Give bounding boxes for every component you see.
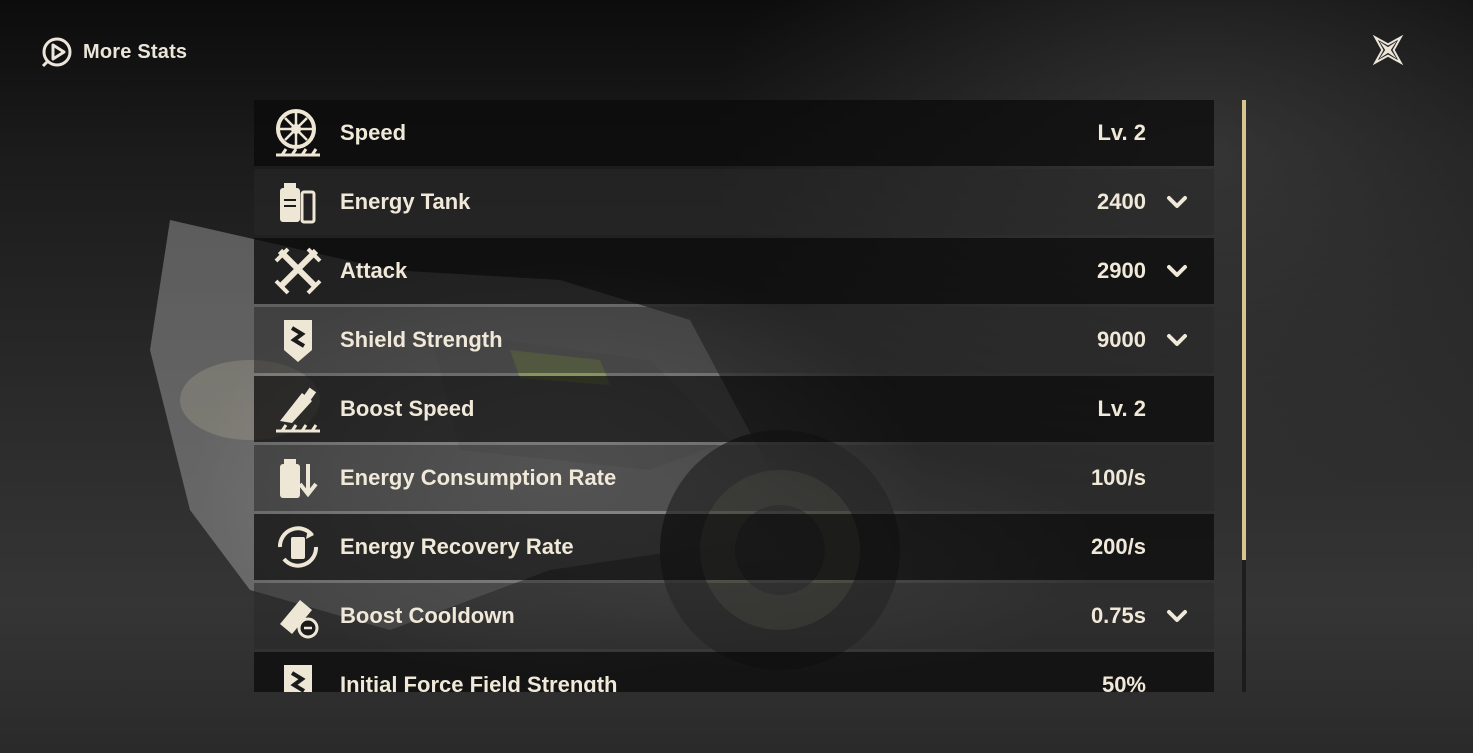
chevron-down-icon[interactable]: [1166, 192, 1188, 212]
stat-label: Speed: [340, 120, 407, 145]
force-field-icon: [270, 657, 326, 692]
energy-tank-icon: [270, 174, 326, 230]
stat-row-attack[interactable]: Attack 2900: [254, 238, 1214, 304]
close-icon: [1372, 34, 1404, 66]
stat-label: Energy Tank: [340, 189, 471, 214]
stat-value: Lv. 2: [1097, 396, 1146, 421]
stat-row-speed: Speed Lv. 2: [254, 100, 1214, 166]
stat-value: 2900: [1097, 258, 1146, 283]
scrollbar[interactable]: [1242, 100, 1246, 692]
stat-value: 2400: [1097, 189, 1146, 214]
energy-recovery-icon: [270, 519, 326, 575]
stats-list[interactable]: Speed Lv. 2 Energy Tank 2400 Attack 2900: [254, 100, 1214, 692]
scrollbar-thumb[interactable]: [1242, 100, 1246, 560]
stat-row-energy-recovery-rate: Energy Recovery Rate 200/s: [254, 514, 1214, 580]
boost-speed-icon: [270, 381, 326, 437]
shield-icon: [270, 312, 326, 368]
attack-swords-icon: [270, 243, 326, 299]
stat-value: 200/s: [1090, 534, 1146, 559]
stat-value: 100/s: [1090, 465, 1146, 490]
chevron-down-icon[interactable]: [1166, 330, 1188, 350]
energy-consumption-icon: [270, 450, 326, 506]
stat-row-initial-force-field-strength: Initial Force Field Strength 50%: [254, 652, 1214, 692]
speed-wheel-icon: [270, 105, 326, 161]
stat-label: Energy Recovery Rate: [340, 534, 574, 559]
stat-row-energy-tank[interactable]: Energy Tank 2400: [254, 169, 1214, 235]
stat-row-boost-speed: Boost Speed Lv. 2: [254, 376, 1214, 442]
page-title: More Stats: [83, 40, 188, 63]
stat-label: Boost Speed: [340, 396, 475, 421]
page-header: More Stats: [41, 36, 187, 68]
chevron-down-icon[interactable]: [1166, 606, 1188, 626]
stat-value: Lv. 2: [1097, 120, 1146, 145]
stat-value: 0.75s: [1090, 603, 1146, 628]
stat-value: 50%: [1101, 672, 1146, 692]
stat-row-shield-strength[interactable]: Shield Strength 9000: [254, 307, 1214, 373]
chevron-down-icon[interactable]: [1166, 261, 1188, 281]
stat-label: Shield Strength: [340, 327, 503, 352]
stat-label: Attack: [340, 258, 408, 283]
stat-row-energy-consumption-rate: Energy Consumption Rate 100/s: [254, 445, 1214, 511]
stats-icon: [41, 36, 73, 68]
stat-row-boost-cooldown[interactable]: Boost Cooldown 0.75s: [254, 583, 1214, 649]
stat-label: Energy Consumption Rate: [340, 465, 617, 490]
stat-label: Initial Force Field Strength: [340, 672, 618, 692]
boost-cooldown-icon: [270, 588, 326, 644]
close-button[interactable]: [1366, 28, 1410, 72]
stat-label: Boost Cooldown: [340, 603, 515, 628]
stat-value: 9000: [1097, 327, 1146, 352]
